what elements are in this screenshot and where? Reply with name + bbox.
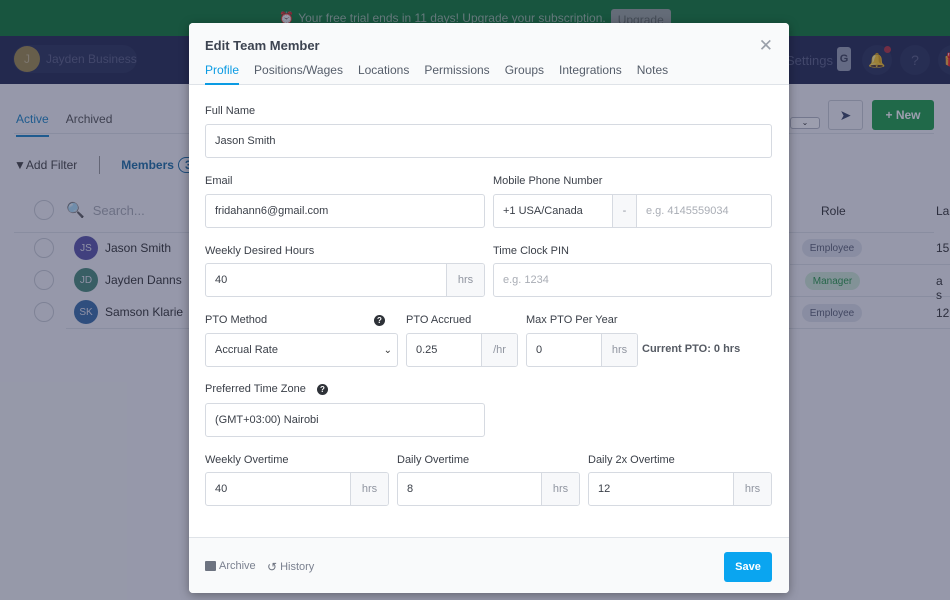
daily-2x-overtime-value: 12 [598, 483, 611, 495]
hrs-addon: hrs [350, 473, 388, 505]
time-zone-input[interactable]: (GMT+03:00) Nairobi [205, 403, 485, 437]
email-label: Email [205, 175, 233, 187]
history-icon: ↺ [267, 560, 278, 574]
mobile-phone-group: +1 USA/Canada - e.g. 4145559034 [493, 194, 772, 228]
tab-positions-wages[interactable]: Positions/Wages [254, 63, 343, 85]
mobile-label: Mobile Phone Number [493, 175, 603, 187]
hrs-addon: hrs [601, 334, 637, 366]
hrs-addon: hrs [446, 264, 484, 296]
archive-box-icon [205, 561, 216, 571]
full-name-value: Jason Smith [215, 135, 276, 147]
time-clock-pin-input[interactable]: e.g. 1234 [493, 263, 772, 297]
daily-2x-overtime-input[interactable]: 12 hrs [588, 472, 772, 506]
email-input[interactable]: fridahann6@gmail.com [205, 194, 485, 228]
modal-title: Edit Team Member [205, 38, 320, 53]
full-name-input[interactable]: Jason Smith [205, 124, 772, 158]
pto-method-help-icon[interactable]: ? [374, 315, 385, 326]
tab-profile[interactable]: Profile [205, 63, 240, 85]
save-button[interactable]: Save [724, 552, 772, 582]
time-zone-help-icon[interactable]: ? [317, 384, 328, 395]
daily-overtime-label: Daily Overtime [397, 454, 470, 466]
history-label: History [280, 561, 315, 573]
tab-notes[interactable]: Notes [637, 63, 668, 85]
time-clock-pin-placeholder: e.g. 1234 [503, 274, 549, 286]
modal-tabs: Profile Positions/Wages Locations Permis… [205, 63, 683, 85]
chevron-down-icon: ⌄ [383, 344, 392, 356]
archive-button[interactable]: Archive [205, 560, 256, 572]
phone-number-input[interactable]: e.g. 4145559034 [636, 195, 771, 227]
pto-method-label: PTO Method [205, 314, 268, 326]
max-pto-input[interactable]: 0 hrs [526, 333, 638, 367]
max-pto-value: 0 [536, 344, 543, 356]
tab-locations[interactable]: Locations [358, 63, 409, 85]
close-icon[interactable]: ✕ [759, 36, 773, 56]
archive-label: Archive [219, 560, 256, 572]
time-clock-pin-label: Time Clock PIN [493, 245, 569, 257]
edit-team-member-modal: Edit Team Member ✕ Profile Positions/Wag… [189, 23, 789, 593]
current-pto-text: Current PTO: 0 hrs [642, 343, 741, 355]
history-button[interactable]: ↺ History [267, 560, 314, 574]
weekly-desired-hours-value: 40 [215, 274, 228, 286]
weekly-desired-hours-input[interactable]: 40 hrs [205, 263, 485, 297]
weekly-overtime-input[interactable]: 40 hrs [205, 472, 389, 506]
time-zone-label: Preferred Time Zone [205, 383, 306, 395]
country-code-select[interactable]: +1 USA/Canada [494, 205, 612, 217]
hrs-addon: hrs [733, 473, 771, 505]
weekly-overtime-label: Weekly Overtime [205, 454, 289, 466]
daily-2x-overtime-label: Daily 2x Overtime [588, 454, 675, 466]
pto-accrued-label: PTO Accrued [406, 314, 472, 326]
daily-overtime-input[interactable]: 8 hrs [397, 472, 580, 506]
pto-method-select[interactable]: Accrual Rate ⌄ [205, 333, 398, 367]
tab-integrations[interactable]: Integrations [559, 63, 622, 85]
modal-footer: Archive ↺ History Save [189, 537, 789, 593]
tab-permissions[interactable]: Permissions [424, 63, 489, 85]
email-value: fridahann6@gmail.com [215, 205, 329, 217]
tab-groups[interactable]: Groups [505, 63, 544, 85]
pto-method-value: Accrual Rate [215, 344, 278, 356]
per-hour-addon: /hr [481, 334, 517, 366]
weekly-desired-hours-label: Weekly Desired Hours [205, 245, 315, 257]
max-pto-label: Max PTO Per Year [526, 314, 618, 326]
full-name-label: Full Name [205, 105, 256, 117]
pto-accrued-value: 0.25 [416, 344, 438, 356]
time-zone-value: (GMT+03:00) Nairobi [215, 414, 319, 426]
phone-separator: - [612, 195, 636, 227]
pto-accrued-input[interactable]: 0.25 /hr [406, 333, 518, 367]
hrs-addon: hrs [541, 473, 579, 505]
daily-overtime-value: 8 [407, 483, 414, 495]
modal-header: Edit Team Member ✕ Profile Positions/Wag… [189, 23, 789, 85]
weekly-overtime-value: 40 [215, 483, 228, 495]
